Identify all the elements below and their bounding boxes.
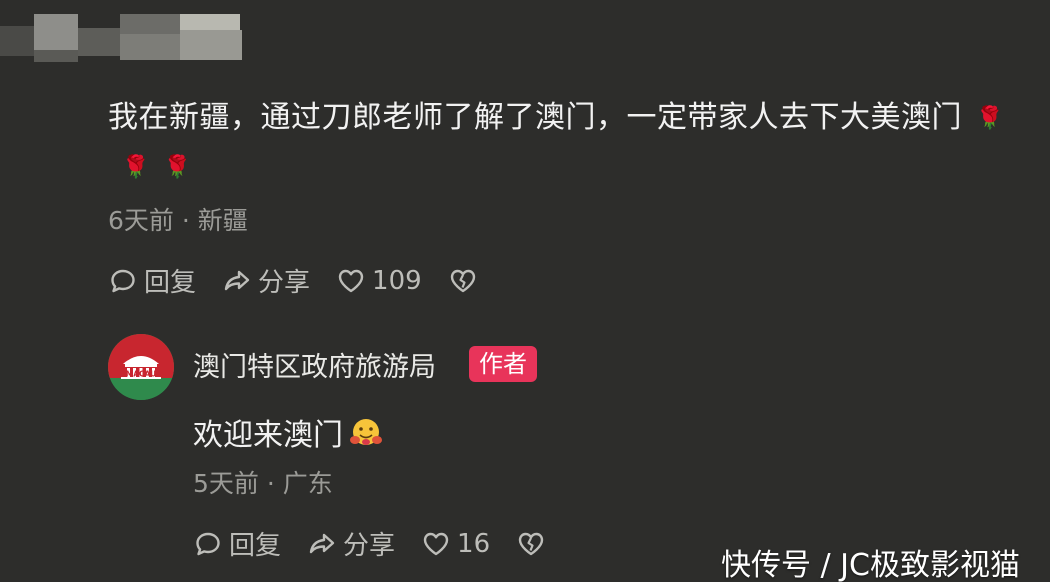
reply-text: 欢迎来澳门 [193,410,383,454]
reply-label: 回复 [144,268,197,298]
author-badge: 作者 [469,346,537,382]
comment-bubble-icon [111,269,135,292]
reply-button[interactable]: 回复 [193,525,281,562]
comment-meta: 6天前 · 新疆 [108,206,248,235]
comment-actions: 回复 分享 109 [108,262,504,299]
rose-emoji: 🌹 [976,106,1004,131]
author-avatar[interactable]: MACAU [108,334,174,400]
heart-icon [423,532,449,555]
reply-meta: 5天前 · 广东 [193,469,333,498]
macau-logo-icon: MACAU [108,334,174,400]
reply-label: 回复 [229,531,282,561]
like-count: 16 [457,528,491,559]
like-button[interactable]: 109 [336,266,422,296]
broken-heart-icon [518,532,544,555]
reply-button[interactable]: 回复 [108,262,196,299]
comment-bubble-icon [196,532,220,555]
comment-body: 我在新疆，通过刀郎老师了解了澳门，一定带家人去下大美澳门 [108,100,962,135]
heart-icon [338,269,364,292]
like-count: 109 [372,265,422,296]
watermark: 快传号 / JC极致影视猫 [721,548,1020,582]
reply-actions: 回复 分享 16 [193,525,572,562]
share-label: 分享 [258,268,311,298]
share-arrow-icon [309,533,335,553]
share-label: 分享 [343,531,396,561]
blurred-username [0,14,250,78]
share-arrow-icon [224,270,250,290]
rose-emoji: 🌹 [122,155,150,180]
share-button[interactable]: 分享 [307,525,395,562]
author-name[interactable]: 澳门特区政府旅游局 [193,345,436,384]
dislike-button[interactable] [448,266,478,296]
broken-heart-icon [450,269,475,292]
dislike-button[interactable] [516,529,546,559]
like-button[interactable]: 16 [421,529,490,559]
comment-text: 我在新疆，通过刀郎老师了解了澳门，一定带家人去下大美澳门 🌹 🌹 🌹 [108,94,1028,192]
rose-emoji: 🌹 [163,155,192,180]
avatar-text: MACAU [126,370,156,379]
share-button[interactable]: 分享 [222,262,310,299]
hugging-face-emoji-icon [350,419,382,445]
reply-body: 欢迎来澳门 [193,418,343,453]
